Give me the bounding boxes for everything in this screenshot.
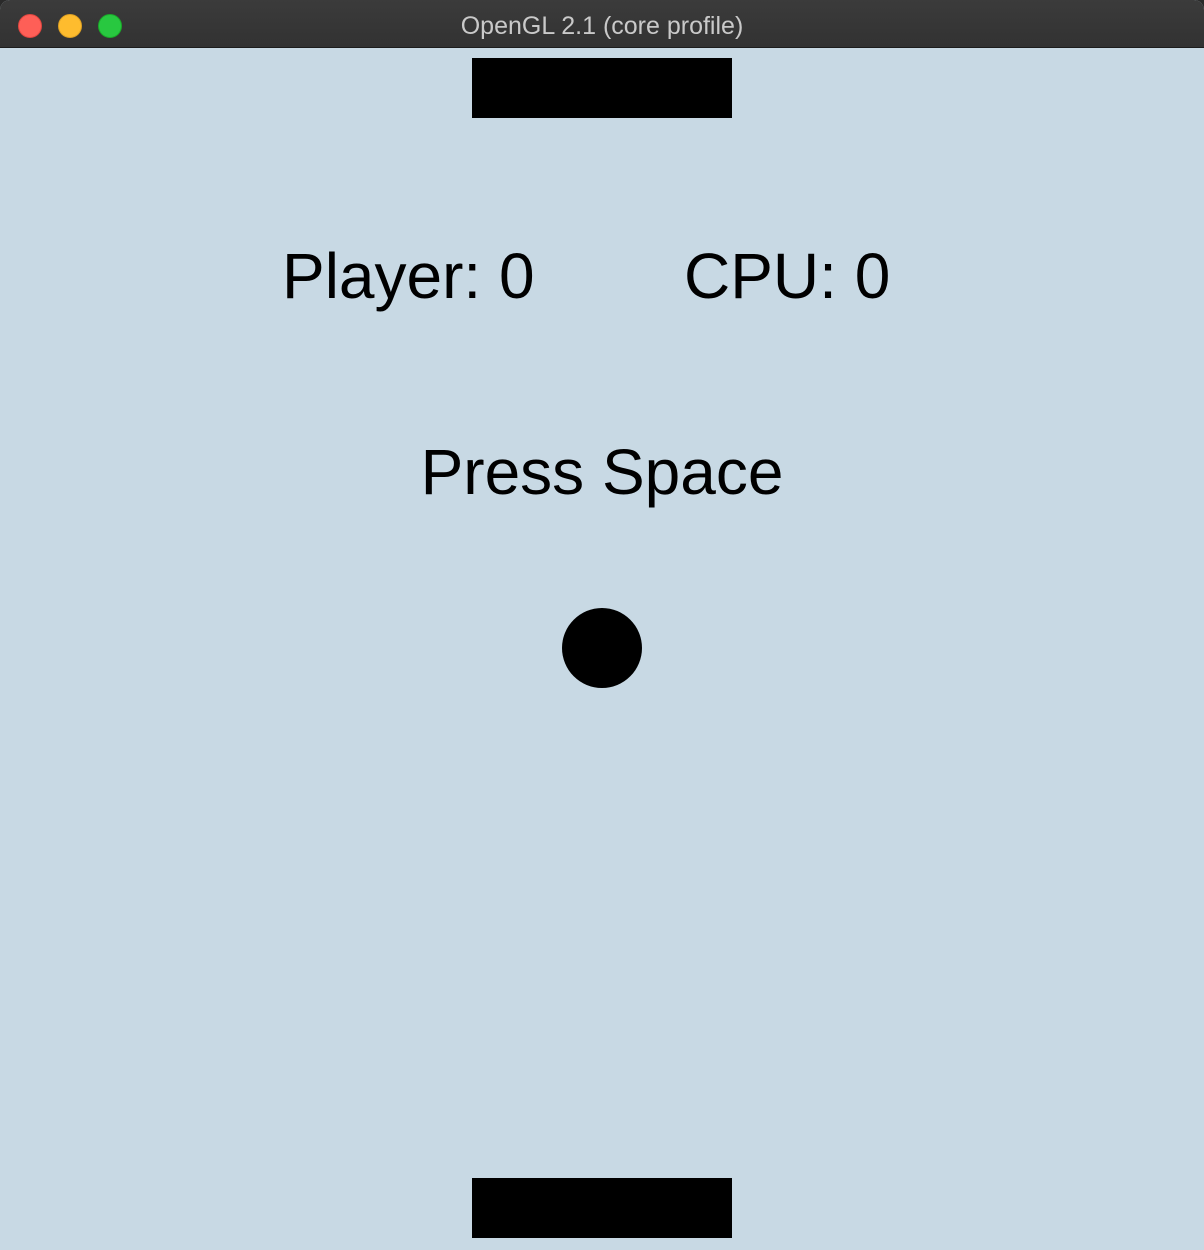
title-bar[interactable]: OpenGL 2.1 (core profile)	[0, 0, 1204, 48]
player-paddle	[472, 1178, 732, 1238]
game-canvas[interactable]: Player: 0 CPU: 0 Press Space	[2, 48, 1202, 1250]
window-title: OpenGL 2.1 (core profile)	[460, 12, 744, 40]
cpu-score: CPU: 0	[684, 240, 891, 312]
ball	[562, 608, 642, 688]
app-window: OpenGL 2.1 (core profile) Player: 0 CPU:…	[0, 0, 1204, 1250]
start-prompt: Press Space	[420, 436, 784, 508]
player-score: Player: 0	[282, 240, 535, 312]
cpu-paddle	[472, 58, 732, 118]
